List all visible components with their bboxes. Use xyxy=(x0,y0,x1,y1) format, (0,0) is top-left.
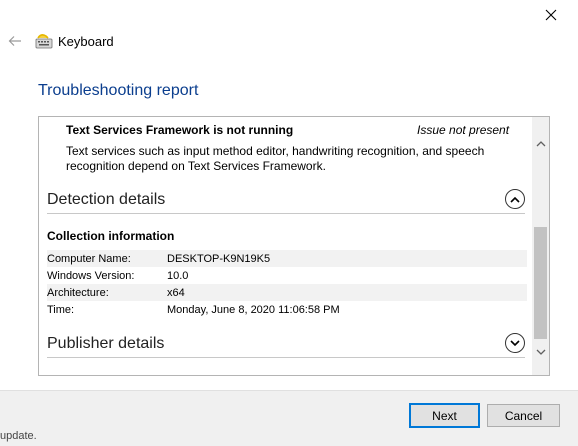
page-title: Troubleshooting report xyxy=(38,82,199,99)
scroll-thumb[interactable] xyxy=(534,227,547,339)
expand-button[interactable] xyxy=(505,333,525,353)
collection-info-table: Computer Name: DESKTOP-K9N19K5 Windows V… xyxy=(47,250,527,318)
row-value: 10.0 xyxy=(167,269,189,282)
chevron-down-icon xyxy=(510,339,520,346)
report-panel: Text Services Framework is not running I… xyxy=(38,116,550,376)
footer-bar: Next Cancel xyxy=(0,390,578,446)
table-row: Computer Name: DESKTOP-K9N19K5 xyxy=(47,250,527,267)
keyboard-icon xyxy=(35,34,53,49)
detection-details-label: Detection details xyxy=(47,191,166,208)
row-value: DESKTOP-K9N19K5 xyxy=(167,252,271,265)
back-button[interactable] xyxy=(6,33,24,49)
scroll-down-icon xyxy=(536,349,545,355)
back-arrow-icon xyxy=(8,36,21,46)
issue-title: Text Services Framework is not running xyxy=(66,123,294,137)
collapse-button[interactable] xyxy=(505,189,525,209)
table-row: Architecture: x64 xyxy=(47,284,527,301)
issue-status: Issue not present xyxy=(417,123,510,137)
detection-details-header[interactable]: Detection details xyxy=(47,187,525,214)
table-row: Windows Version: 10.0 xyxy=(47,267,527,284)
chevron-up-icon xyxy=(510,196,520,203)
collection-info-title: Collection information xyxy=(47,229,175,243)
row-key: Computer Name: xyxy=(47,252,131,265)
scroll-down-button[interactable] xyxy=(532,343,549,360)
cancel-button[interactable]: Cancel xyxy=(487,404,560,427)
close-button[interactable] xyxy=(534,2,568,28)
next-button[interactable]: Next xyxy=(409,403,480,428)
scroll-up-icon xyxy=(536,140,545,146)
close-icon xyxy=(545,9,557,21)
table-row: Time: Monday, June 8, 2020 11:06:58 PM xyxy=(47,301,527,318)
troubleshooter-window: Keyboard Troubleshooting report Text Ser… xyxy=(0,0,578,446)
publisher-details-label: Publisher details xyxy=(47,335,165,352)
row-value: x64 xyxy=(167,286,185,299)
row-key: Windows Version: xyxy=(47,269,135,282)
issue-description: Text services such as input method edito… xyxy=(66,144,485,173)
row-key: Time: xyxy=(47,303,75,316)
background-window-text: update. xyxy=(0,430,37,442)
report-content: Text Services Framework is not running I… xyxy=(39,117,531,375)
row-value: Monday, June 8, 2020 11:06:58 PM xyxy=(167,303,340,316)
scroll-up-button[interactable] xyxy=(532,135,549,152)
row-key: Architecture: xyxy=(47,286,109,299)
publisher-details-header[interactable]: Publisher details xyxy=(47,331,525,358)
app-title: Keyboard xyxy=(58,34,114,49)
vertical-scrollbar[interactable] xyxy=(532,117,549,375)
